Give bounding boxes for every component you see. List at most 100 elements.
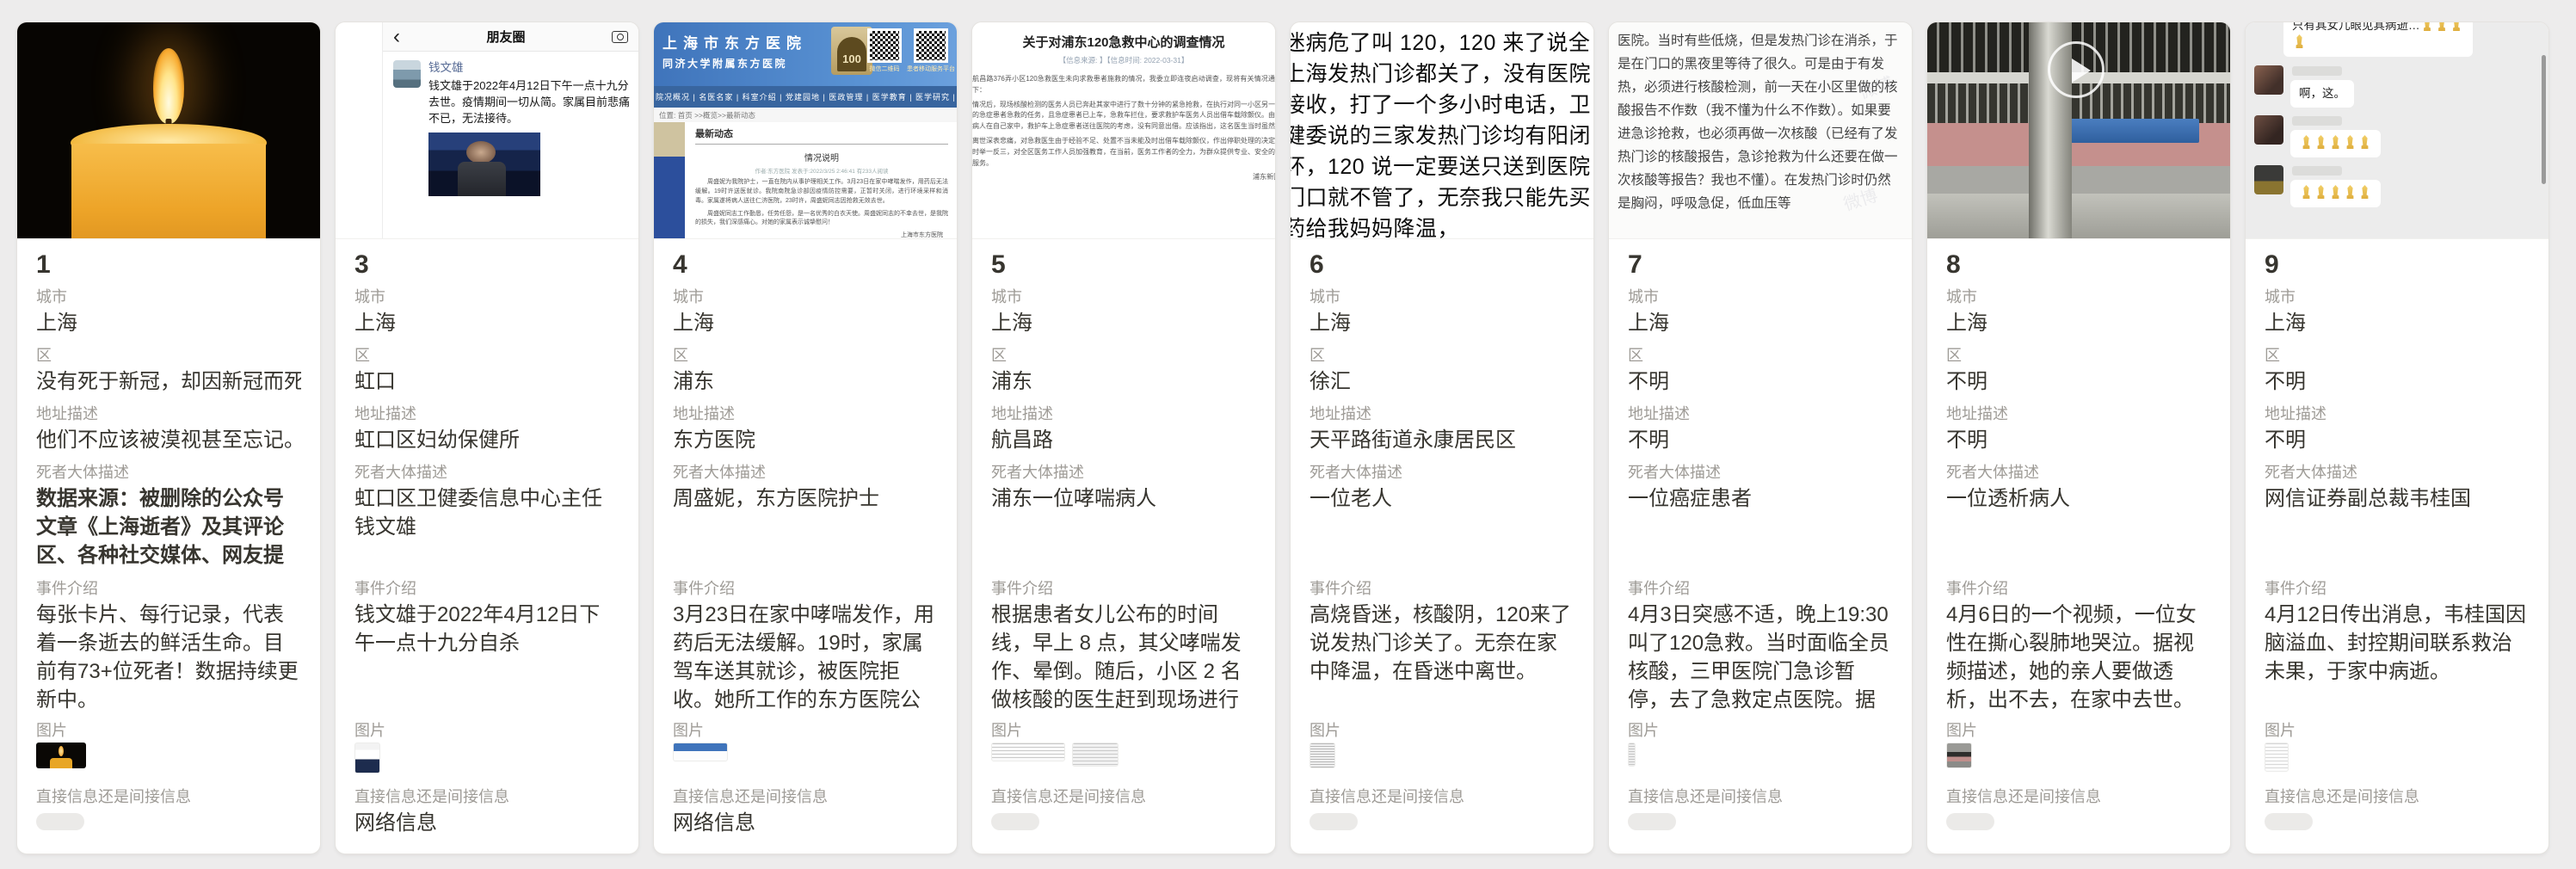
balcony-rail [1927,194,2230,238]
field-label-image: 图片 [991,721,1256,740]
scrollbar-thumb[interactable] [2542,55,2546,184]
prayer-hands-emoji [2437,22,2448,31]
field-value-direct: 网络信息 [673,809,938,837]
field-value-district: 徐汇 [1310,367,1575,396]
field-label-event: 事件介绍 [1310,579,1575,598]
card-number: 4 [673,250,938,280]
attachment-thumbnail[interactable] [1072,743,1119,767]
prayer-hands-emoji [2301,135,2312,149]
attachment-thumbnail[interactable] [673,743,728,761]
field-label-event: 事件介绍 [1946,579,2211,598]
card-number: 9 [2265,250,2530,280]
case-card-8[interactable]: 8 城市 上海 区 不明 地址描述 不明 死者大体描述 一位透析病人 事件介绍 … [1926,22,2231,854]
post-author: 钱文雄 [428,60,630,76]
field-value-event: 3月23日在家中哮喘发作，用药后无法缓解。19时，家属驾车送其就诊，被医院拒收。… [673,601,938,716]
breadcrumb: 位置: 首页 >>概览>>最新动态 [654,108,957,122]
field-value-address: 他们不应该被漠视甚至忘记。 [36,426,301,454]
cover-large-text-screenshot: 迷病危了叫 120，120 来了说全上海发热门诊都关了，没有医院接收，打了一个多… [1291,22,1593,239]
field-value-city: 上海 [2265,309,2530,337]
field-value-city: 上海 [1946,309,2211,337]
cover-investigation-document: 关于对浦东120急救中心的调查情况 【信息来源: 】【信息时间: 2022-03… [972,22,1275,239]
empty-value-pill [36,813,84,830]
cover-wechat-moments-screenshot: ‹ 朋友圈 钱文雄 钱文雄于2022年4月12日下午一点十九分去世。疫情期间一切… [336,22,638,239]
empty-value-pill [1628,813,1676,830]
field-value-district: 没有死于新冠，却因新冠而死 [36,367,301,396]
qr-label: 患者移动服务平台 [905,65,957,73]
play-button-icon[interactable] [2048,41,2105,98]
avatar [2254,65,2283,95]
field-label-direct: 直接信息还是间接信息 [1946,787,2211,806]
field-label-direct: 直接信息还是间接信息 [1628,787,1893,806]
field-value-address: 航昌路 [991,426,1256,454]
attachment-thumbnail[interactable] [991,743,1065,761]
field-label-address: 地址描述 [354,404,619,423]
field-label-city: 城市 [2265,287,2530,306]
attachment-thumbnail[interactable] [1310,743,1335,768]
post-text: 钱文雄于2022年4月12日下午一点十九分去世。疫情期间一切从简。家属目前悲痛不… [428,77,630,126]
field-value-event: 4月12日传出消息，韦桂国因脑溢血、封控期间联系救治未果，于家中病逝。 [2265,601,2530,716]
chat-bubble: 只有其女儿眼见其病逝… [2283,22,2473,57]
attachment-thumbnail[interactable] [2265,743,2289,772]
card-number: 5 [991,250,1256,280]
field-value-event: 高烧昏迷，核酸阴，120来了说发热门诊关了。无奈在家中降温，在昏迷中离世。 [1310,601,1575,716]
case-card-3[interactable]: ‹ 朋友圈 钱文雄 钱文雄于2022年4月12日下午一点十九分去世。疫情期间一切… [335,22,639,854]
doc-signature: 浦东新区 [972,172,1275,183]
post-photo [428,133,540,196]
gallery-board: 1 城市 上海 区 没有死于新冠，却因新冠而死 地址描述 他们不应该被漠视甚至忘… [0,0,2576,854]
chat-bubble [2290,130,2381,157]
case-card-7[interactable]: 微博 微博 医院。当时有些低烧，但是发热门诊在消杀，于是在门口的黑夜里等待了很久… [1608,22,1913,854]
case-card-4[interactable]: 上海市东方医院 同济大学附属东方医院 100 微信二维码 患者移动服务平台 院况… [653,22,958,854]
prayer-hands-emoji [2330,185,2341,199]
blue-awning [2063,119,2199,143]
field-value-address: 天平路街道永康居民区 [1310,426,1575,454]
doc-title: 关于对浦东120急救中心的调查情况 [979,33,1268,51]
field-value-deceased: 一位癌症患者 [1628,484,1893,570]
field-value-deceased: 一位透析病人 [1946,484,2211,570]
field-label-address: 地址描述 [991,404,1256,423]
field-value-city: 上海 [991,309,1256,337]
case-card-5[interactable]: 关于对浦东120急救中心的调查情况 【信息来源: 】【信息时间: 2022-03… [971,22,1276,854]
field-value-city: 上海 [36,309,301,337]
attachment-thumbnail[interactable] [1946,743,1972,768]
field-value-address: 不明 [1628,426,1893,454]
field-value-event: 4月3日突感不适，晚上19:30叫了120急救。当时面临全员核酸，三甲医院门急诊… [1628,601,1893,716]
moments-post: 钱文雄 钱文雄于2022年4月12日下午一点十九分去世。疫情期间一切从简。家属目… [383,52,638,196]
site-sidebar [654,122,685,239]
case-card-1[interactable]: 1 城市 上海 区 没有死于新冠，却因新冠而死 地址描述 他们不应该被漠视甚至忘… [16,22,321,854]
field-value-deceased: 浦东一位哮喘病人 [991,484,1256,570]
field-label-event: 事件介绍 [1628,579,1893,598]
doc-paragraph: 在航昌路376弄小区120急救医生未向求救患者施救的情况，我委立即连夜启动调查，… [972,74,1275,96]
blurred-username [2292,166,2342,176]
empty-value-pill [991,813,1039,830]
attachment-thumbnail[interactable] [36,743,86,768]
field-label-deceased: 死者大体描述 [1946,463,2211,482]
field-label-address: 地址描述 [1310,404,1575,423]
field-label-deceased: 死者大体描述 [36,463,301,482]
field-label-address: 地址描述 [1628,404,1893,423]
attachment-thumbnail[interactable] [1628,743,1636,767]
field-label-deceased: 死者大体描述 [354,463,619,482]
qr-code [867,28,902,63]
field-value-city: 上海 [1310,309,1575,337]
case-card-6[interactable]: 迷病危了叫 120，120 来了说全上海发热门诊都关了，没有医院接收，打了一个多… [1290,22,1594,854]
camera-icon [612,31,628,43]
article-paragraph: 周盛妮同志工作勤恳，任劳任怨，是一名优秀的白衣天使。周盛妮同志的不幸去世，是我院… [695,210,948,229]
field-label-city: 城市 [1628,287,1893,306]
qr-code [914,28,948,63]
field-label-image: 图片 [1628,721,1893,740]
field-label-direct: 直接信息还是间接信息 [1310,787,1575,806]
doc-meta: 【信息来源: 】【信息时间: 2022-03-31】 [979,55,1268,65]
blurred-username [2292,66,2342,76]
field-value-district: 不明 [1946,367,2211,396]
moments-title: 朋友圈 [486,28,525,46]
case-card-9[interactable]: 只有其女儿眼见其病逝… 啊，这。 9 城市 上海 区 [2245,22,2549,854]
section-title: 最新动态 [695,126,948,145]
field-label-district: 区 [36,346,301,365]
field-label-image: 图片 [673,721,938,740]
chat-bubble [2290,180,2381,207]
field-value-deceased: 网信证券副总裁韦桂国 [2265,484,2530,570]
attachment-thumbnail[interactable] [354,743,380,773]
field-label-city: 城市 [1946,287,2211,306]
text-screenshot-content: 迷病危了叫 120，120 来了说全上海发热门诊都关了，没有医院接收，打了一个多… [1291,22,1593,239]
qr-label: 微信二维码 [859,65,910,73]
